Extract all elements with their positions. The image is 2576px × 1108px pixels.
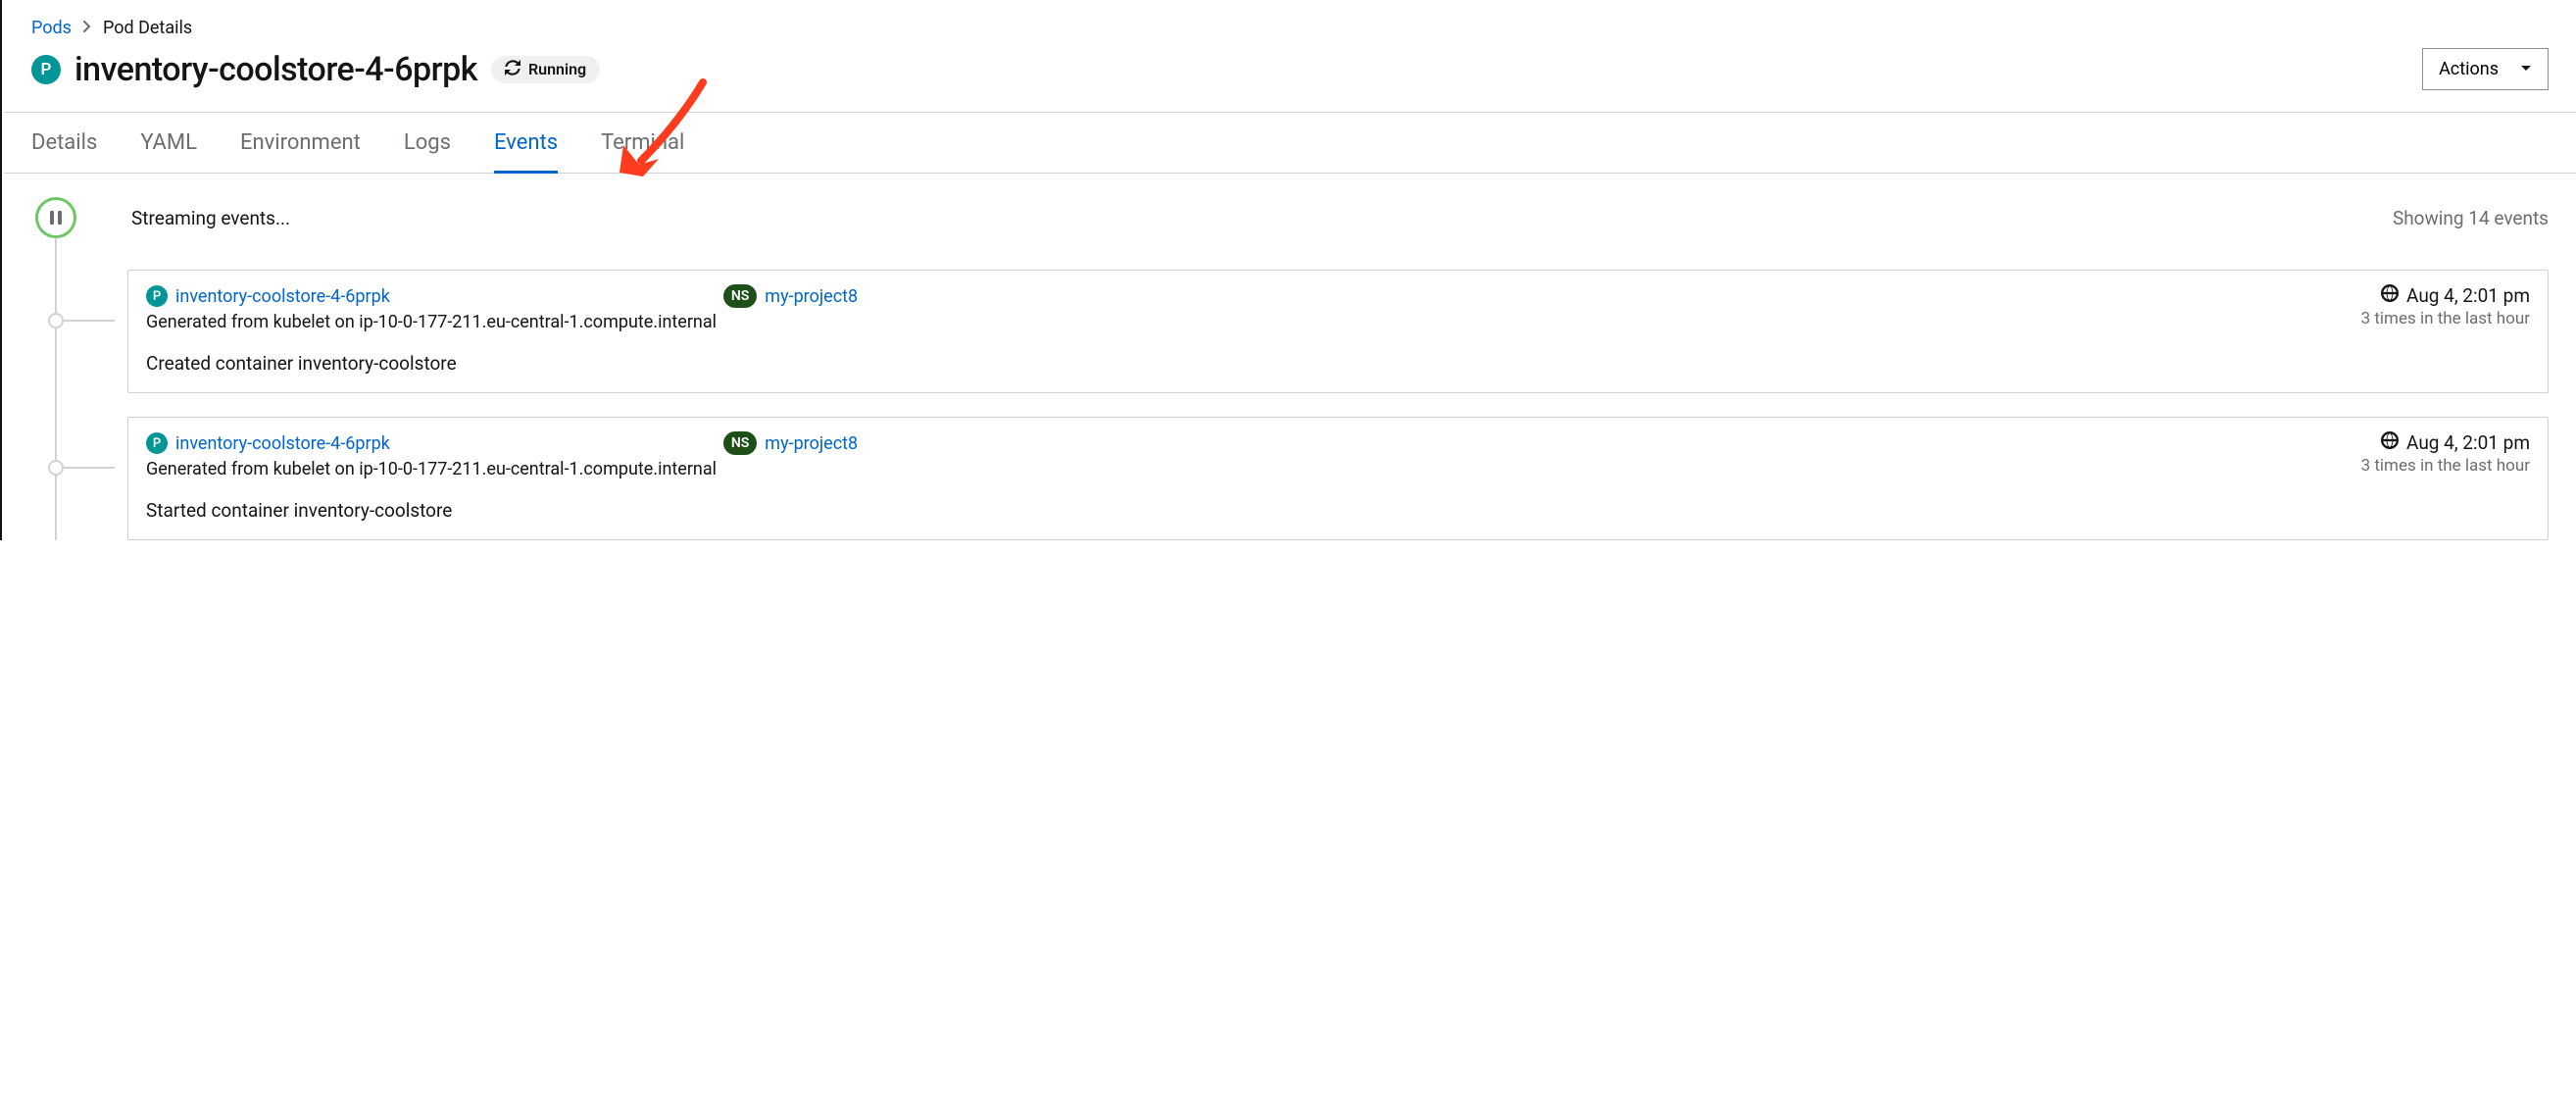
tab-events[interactable]: Events: [494, 113, 558, 174]
event-item: P inventory-coolstore-4-6prpk NS my-proj…: [57, 417, 2549, 540]
timeline-node: [48, 460, 64, 476]
event-pod-link[interactable]: inventory-coolstore-4-6prpk: [175, 286, 390, 307]
event-source: Generated from kubelet on ip-10-0-177-21…: [146, 312, 2361, 332]
event-message: Started container inventory-coolstore: [146, 499, 2530, 522]
chevron-right-icon: [83, 21, 91, 36]
status-badge: Running: [491, 56, 600, 83]
event-item: P inventory-coolstore-4-6prpk NS my-proj…: [57, 270, 2549, 393]
timeline-connector: [64, 467, 115, 469]
pod-resource-badge: P: [31, 55, 61, 84]
actions-label: Actions: [2439, 59, 2499, 79]
breadcrumb: Pods Pod Details: [4, 0, 2576, 38]
event-namespace-link[interactable]: my-project8: [765, 433, 858, 454]
event-count-label: Showing 14 events: [2393, 207, 2549, 229]
timeline-connector: [64, 320, 115, 322]
timeline-node: [48, 313, 64, 328]
tabs: Details YAML Environment Logs Events Ter…: [4, 112, 2576, 174]
event-repeat: 3 times in the last hour: [2361, 456, 2530, 476]
tab-logs[interactable]: Logs: [404, 113, 451, 174]
events-timeline: P inventory-coolstore-4-6prpk NS my-proj…: [55, 238, 2549, 540]
tab-yaml[interactable]: YAML: [140, 113, 197, 174]
event-namespace-link[interactable]: my-project8: [765, 286, 858, 307]
breadcrumb-current: Pod Details: [103, 18, 192, 38]
event-repeat: 3 times in the last hour: [2361, 309, 2530, 328]
globe-icon: [2381, 284, 2399, 307]
pod-resource-badge: P: [146, 285, 168, 307]
event-card: P inventory-coolstore-4-6prpk NS my-proj…: [127, 417, 2549, 540]
tab-details[interactable]: Details: [31, 113, 97, 174]
caret-down-icon: [2520, 59, 2532, 79]
globe-icon: [2381, 431, 2399, 454]
actions-button[interactable]: Actions: [2422, 48, 2549, 90]
pause-icon: [50, 211, 62, 225]
breadcrumb-parent-link[interactable]: Pods: [31, 18, 72, 38]
sync-icon: [505, 60, 520, 79]
tab-environment[interactable]: Environment: [240, 113, 361, 174]
status-label: Running: [528, 60, 586, 78]
namespace-badge: NS: [723, 284, 757, 308]
streaming-label: Streaming events...: [131, 207, 2338, 229]
event-pod-link[interactable]: inventory-coolstore-4-6prpk: [175, 433, 390, 454]
event-card: P inventory-coolstore-4-6prpk NS my-proj…: [127, 270, 2549, 393]
pod-resource-badge: P: [146, 432, 168, 454]
tab-terminal[interactable]: Terminal: [601, 113, 684, 174]
event-message: Created container inventory-coolstore: [146, 352, 2530, 375]
event-timestamp: Aug 4, 2:01 pm: [2406, 284, 2530, 307]
namespace-badge: NS: [723, 431, 757, 455]
page-title: inventory-coolstore-4-6prpk: [74, 50, 477, 89]
pause-stream-button[interactable]: [35, 197, 76, 238]
event-source: Generated from kubelet on ip-10-0-177-21…: [146, 459, 2361, 479]
event-timestamp: Aug 4, 2:01 pm: [2406, 431, 2530, 454]
